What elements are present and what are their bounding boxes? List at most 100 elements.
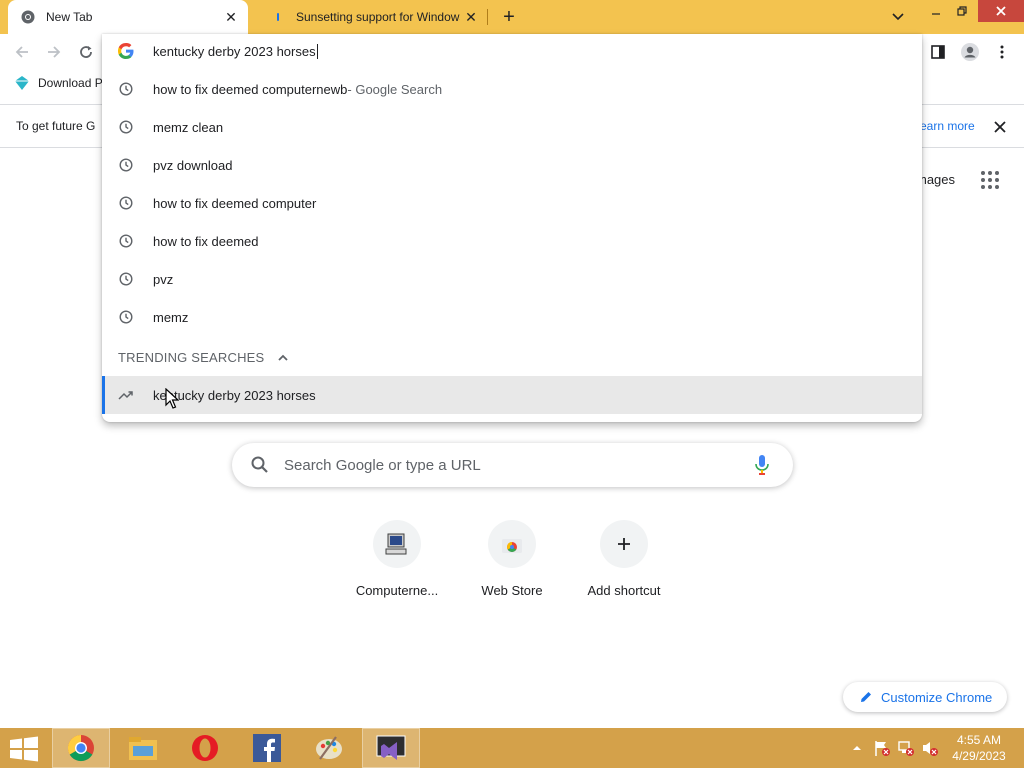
loading-icon [270,9,286,25]
search-icon [251,456,268,473]
restore-button[interactable] [946,0,978,22]
microphone-icon[interactable] [754,454,770,476]
paint-palette-icon [316,736,342,760]
chevron-down-icon [892,13,904,21]
shortcut-web-store[interactable]: Web Store [456,520,568,598]
tab-title: Sunsetting support for Windows [296,10,460,24]
taskbar-visual-studio[interactable] [362,728,420,768]
menu-button[interactable] [990,40,1014,64]
arrow-left-icon [15,46,28,58]
trending-header[interactable]: TRENDING SEARCHES [118,350,290,365]
trending-suggestion-row[interactable]: kentucky derby 2023 horses [102,376,922,414]
history-icon [118,309,134,325]
omnibox-dropdown: kentucky derby 2023 horses how to fix de… [102,34,922,422]
tab-sunsetting-support[interactable]: Sunsetting support for Windows ✕ [258,0,488,34]
close-icon [994,121,1006,133]
suggestion-row[interactable]: how to fix deemed [102,222,922,260]
suggestion-text: pvz download [153,157,233,173]
customize-chrome-button[interactable]: Customize Chrome [843,682,1007,712]
shortcut-computernewb[interactable]: Computerne... [341,520,453,598]
more-vert-icon [1000,45,1004,59]
taskbar-facebook[interactable] [238,728,296,768]
suggestion-row[interactable]: pvz [102,260,922,298]
tab-new-tab[interactable]: New Tab ✕ [8,0,248,34]
action-center-flag[interactable] [870,728,894,768]
shortcut-label: Web Store [481,583,543,598]
network-icon [898,741,914,756]
network-tray-icon[interactable] [894,728,918,768]
omnibox-value: kentucky derby 2023 horses [153,44,316,59]
history-icon [118,119,134,135]
bookmark-download[interactable]: Download P [14,75,103,91]
suggestion-row[interactable]: memz clean [102,108,922,146]
ntp-search-box[interactable]: Search Google or type a URL [232,443,793,487]
title-bar: New Tab ✕ Sunsetting support for Windows… [0,0,1024,34]
clock-time: 4:55 AM [956,733,1002,747]
flag-icon [875,741,890,756]
windows-taskbar: 4:55 AM 4/29/2023 [0,728,1024,768]
add-shortcut-button[interactable]: Add shortcut [568,520,680,598]
taskbar-file-explorer[interactable] [114,728,172,768]
customize-label: Customize Chrome [881,689,993,705]
suggestion-row[interactable]: how to fix deemed computernewb - Google … [102,70,922,108]
shortcut-label: Computerne... [355,583,439,598]
windows-start-icon[interactable] [8,736,40,762]
opera-icon [192,735,218,761]
google-g-icon [118,43,134,59]
new-tab-button[interactable]: + [498,6,520,28]
avatar-icon [961,43,979,61]
tab-title: New Tab [46,10,93,24]
visual-studio-icon [376,735,406,760]
window-close-button[interactable] [978,0,1024,22]
history-icon [118,271,134,287]
tab-separator [487,9,488,25]
diamond-logo-icon [15,76,29,90]
chrome-icon [67,734,94,762]
volume-tray-icon[interactable] [918,728,942,768]
suggestion-row[interactable]: pvz download [102,146,922,184]
history-icon [118,157,134,173]
plus-icon [600,520,648,568]
suggestion-text: memz [153,309,189,325]
side-panel-icon [931,45,945,59]
info-bar-close-button[interactable] [990,117,1010,137]
computer-icon [373,520,421,568]
suggestion-text: how to fix deemed computernewb [153,81,348,97]
tray-expand-button[interactable] [848,728,866,768]
tab-close-button[interactable]: ✕ [460,6,482,28]
history-icon [118,81,134,97]
chevron-up-icon [853,746,861,750]
info-bar-text: To get future G [16,119,96,133]
profile-button[interactable] [958,40,982,64]
learn-more-link[interactable]: earn more [920,119,975,133]
search-placeholder: Search Google or type a URL [284,457,481,474]
tab-close-button[interactable]: ✕ [220,6,242,28]
arrow-right-icon [48,46,61,58]
history-icon [118,233,134,249]
bookmark-label: Download P [38,76,103,90]
system-clock[interactable]: 4:55 AM 4/29/2023 [946,732,1012,764]
trending-icon [118,387,134,403]
history-icon [118,195,134,211]
tab-search-button[interactable] [888,8,908,26]
chevron-up-icon[interactable] [276,351,290,365]
apps-grid-icon[interactable] [981,171,999,189]
taskbar-chrome[interactable] [52,728,110,768]
taskbar-opera[interactable] [176,728,234,768]
forward-button[interactable] [42,40,66,64]
folder-icon [129,737,157,760]
suggestion-text: pvz [153,271,174,287]
back-button[interactable] [10,40,34,64]
webstore-icon [488,520,536,568]
trending-header-label: TRENDING SEARCHES [118,350,265,365]
omnibox-input[interactable]: kentucky derby 2023 horses [102,34,922,70]
volume-muted-icon [923,742,938,756]
suggestion-row[interactable]: memz [102,298,922,336]
suggestion-row[interactable]: how to fix deemed computer [102,184,922,222]
suggestion-text: memz clean [153,119,224,135]
chrome-icon [20,9,36,25]
clock-date: 4/29/2023 [952,749,1006,763]
reload-button[interactable] [74,40,98,64]
side-panel-button[interactable] [926,40,950,64]
taskbar-paint[interactable] [300,728,358,768]
